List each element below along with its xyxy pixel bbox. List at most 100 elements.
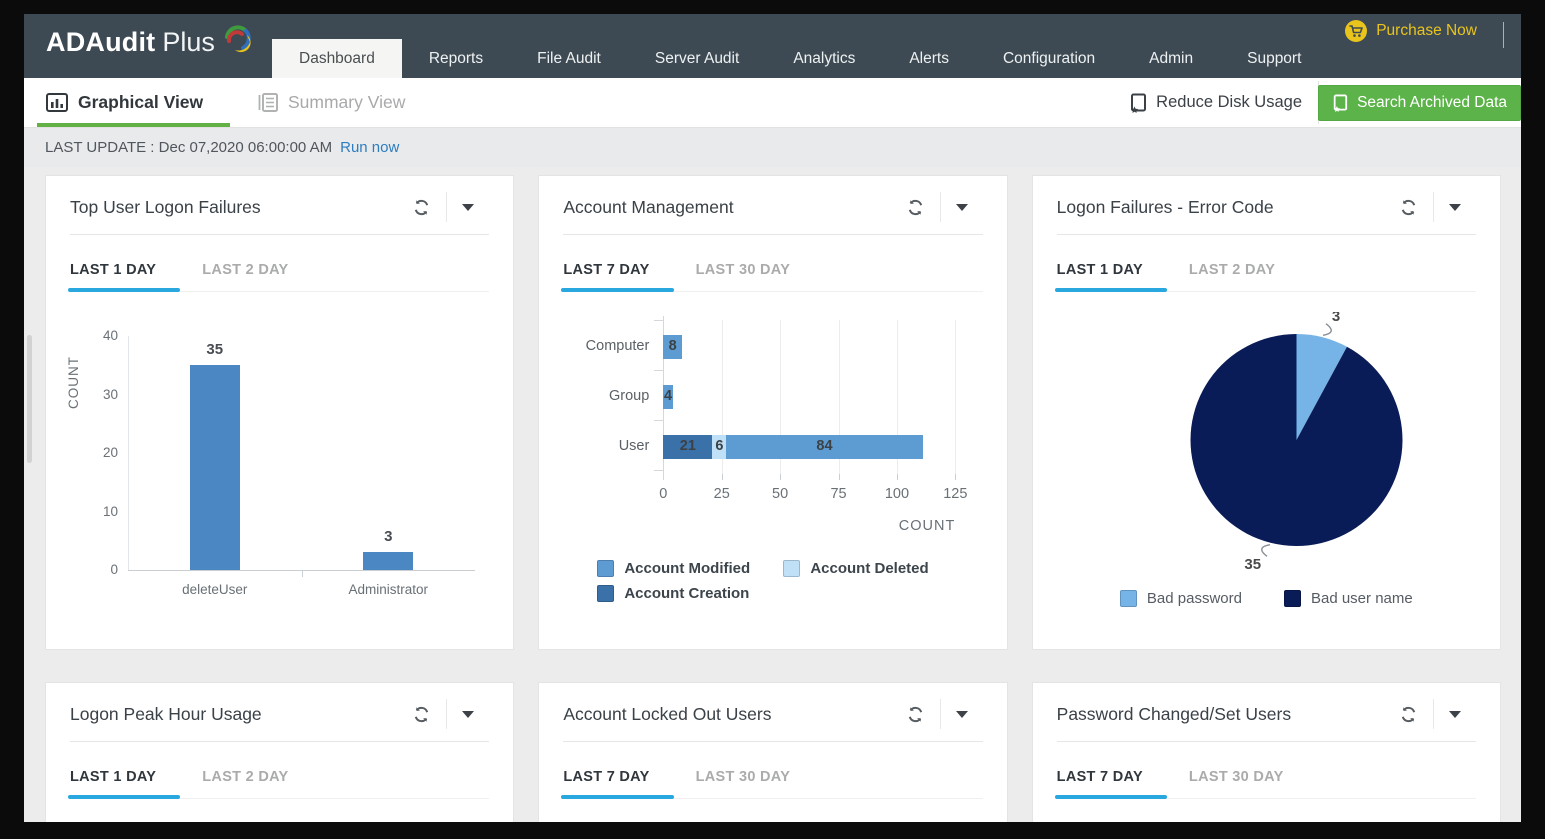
refresh-icon[interactable] — [1384, 705, 1433, 724]
card-divider — [563, 741, 983, 742]
pie-label-leader — [1260, 544, 1270, 557]
reduce-disk-usage-label: Reduce Disk Usage — [1156, 93, 1302, 111]
stacked-bar-chart-account-management: 0 25 50 75 100 125 Computer 8 Group 4 User 21 6 84 COU… — [563, 312, 982, 538]
card-range-tabs: LAST 1 DAY LAST 2 DAY — [67, 769, 490, 799]
card-divider — [563, 234, 983, 235]
legend-swatch — [783, 560, 801, 577]
card-menu-caret-icon[interactable] — [941, 203, 983, 211]
card-title: Password Changed/Set Users — [1056, 703, 1292, 724]
card-top-user-logon-failures: Top User Logon Failures LAST 1 DAY LAST … — [45, 175, 515, 650]
run-now-link[interactable]: Run now — [340, 139, 399, 156]
bar-chart-icon — [46, 93, 68, 112]
bar-value-label: 35 — [206, 341, 224, 359]
y-tick-label: 30 — [102, 386, 118, 402]
x-tick-label: 0 — [659, 486, 668, 502]
card-password-changed-set-users: Password Changed/Set Users LAST 7 DAY LA… — [1031, 682, 1501, 822]
brand-name-bold: ADAudit — [46, 27, 156, 57]
range-tab-last-1-day[interactable]: LAST 1 DAY — [1054, 262, 1168, 292]
legend-item: Account Modified — [597, 560, 783, 577]
last-update-text: LAST UPDATE : Dec 07,2020 06:00:00 AM — [45, 139, 333, 156]
row-tick — [654, 470, 664, 471]
category-tick — [301, 570, 303, 577]
refresh-icon[interactable] — [397, 705, 446, 724]
gridline — [955, 320, 957, 474]
tab-graphical-view[interactable]: Graphical View — [46, 78, 203, 127]
purchase-now-button[interactable]: Purchase Now — [1345, 20, 1477, 42]
refresh-icon[interactable] — [1384, 198, 1433, 217]
range-tab-last-2-day[interactable]: LAST 2 DAY — [1189, 262, 1275, 291]
error-code-legend: Bad password Bad user name — [1057, 590, 1476, 607]
adaudit-plus-logo[interactable]: ADAudit Plus — [46, 24, 255, 58]
card-title: Logon Failures - Error Code — [1056, 196, 1274, 217]
card-menu-caret-icon[interactable] — [1434, 203, 1476, 211]
x-tick — [838, 474, 840, 480]
dashboard-content: Top User Logon Failures LAST 1 DAY LAST … — [24, 167, 1521, 822]
range-tab-last-7-day[interactable]: LAST 7 DAY — [561, 262, 674, 292]
legend-item: Bad password — [1119, 590, 1242, 607]
search-archived-data-label: Search Archived Data — [1357, 94, 1507, 111]
card-menu-caret-icon[interactable] — [1434, 710, 1476, 718]
nav-item-dashboard[interactable]: Dashboard — [272, 39, 402, 78]
legend-swatch — [597, 560, 615, 577]
nav-item-support[interactable]: Support — [1220, 39, 1328, 78]
vertical-scrollbar-thumb[interactable] — [27, 335, 32, 463]
tab-summary-view[interactable]: Summary View — [257, 78, 405, 127]
bar-value-label: 3 — [384, 528, 393, 546]
y-tick-label: 10 — [102, 503, 118, 519]
card-range-tabs: LAST 1 DAY LAST 2 DAY — [67, 262, 490, 292]
nav-item-file-audit[interactable]: File Audit — [510, 39, 628, 78]
segment-value-label: 8 — [668, 338, 677, 354]
nav-item-server-audit[interactable]: Server Audit — [628, 39, 766, 78]
x-tick-label: 125 — [943, 486, 968, 502]
bar-chart-top-user-logon-failures: 0 10 20 30 40 COUNT 35 deleteUser 3 Administrator — [66, 312, 489, 614]
legend-item: Bad user name — [1283, 590, 1413, 607]
navbar-separator — [1503, 22, 1504, 48]
legend-label: Account Creation — [624, 585, 750, 602]
nav-item-reports[interactable]: Reports — [402, 39, 510, 78]
range-tab-last-7-day[interactable]: LAST 7 DAY — [1054, 769, 1168, 799]
card-range-tabs: LAST 7 DAY LAST 30 DAY — [1054, 769, 1476, 799]
x-tick-label: 75 — [830, 486, 847, 502]
y-axis-title: COUNT — [66, 356, 81, 410]
search-archived-data-button[interactable]: Search Archived Data — [1318, 85, 1521, 121]
range-tab-last-30-day[interactable]: LAST 30 DAY — [696, 262, 791, 291]
nav-item-alerts[interactable]: Alerts — [882, 39, 976, 78]
card-divider — [1056, 234, 1476, 235]
legend-item: Account Deleted — [783, 560, 969, 577]
card-account-locked-out-users: Account Locked Out Users LAST 7 DAY LAST… — [538, 682, 1008, 822]
range-tab-last-1-day[interactable]: LAST 1 DAY — [67, 262, 181, 292]
y-category-label: Group — [609, 388, 650, 404]
refresh-icon[interactable] — [397, 198, 446, 217]
pie-slice[interactable] — [1190, 334, 1403, 546]
refresh-icon[interactable] — [891, 198, 940, 217]
reduce-disk-usage-button[interactable]: Reduce Disk Usage — [1129, 78, 1302, 127]
range-tab-last-1-day[interactable]: LAST 1 DAY — [67, 769, 181, 799]
card-title: Account Locked Out Users — [563, 703, 772, 724]
legend-swatch — [1283, 590, 1301, 607]
y-category-label: User — [618, 438, 650, 454]
last-update-bar: LAST UPDATE : Dec 07,2020 06:00:00 AM Ru… — [24, 128, 1521, 167]
range-tab-last-2-day[interactable]: LAST 2 DAY — [202, 262, 288, 291]
nav-item-analytics[interactable]: Analytics — [766, 39, 882, 78]
range-tab-last-30-day[interactable]: LAST 30 DAY — [696, 769, 791, 798]
row-tick — [654, 420, 664, 421]
active-view-underline — [37, 123, 230, 127]
nav-item-admin[interactable]: Admin — [1122, 39, 1220, 78]
range-tab-last-7-day[interactable]: LAST 7 DAY — [561, 769, 674, 799]
x-tick — [896, 474, 898, 480]
y-tick-label: 40 — [102, 328, 118, 343]
range-tab-last-30-day[interactable]: LAST 30 DAY — [1189, 769, 1284, 798]
card-menu-caret-icon[interactable] — [447, 710, 489, 718]
bar — [363, 552, 414, 570]
x-tick-label: 100 — [884, 486, 910, 502]
refresh-icon[interactable] — [891, 705, 940, 724]
legend-label: Account Deleted — [810, 560, 929, 577]
nav-item-configuration[interactable]: Configuration — [976, 39, 1122, 78]
card-range-tabs: LAST 7 DAY LAST 30 DAY — [561, 769, 983, 799]
x-tick-label: 25 — [713, 486, 730, 502]
card-menu-caret-icon[interactable] — [941, 710, 983, 718]
legend-label: Bad password — [1146, 590, 1242, 607]
range-tab-last-2-day[interactable]: LAST 2 DAY — [202, 769, 288, 798]
legend-label: Account Modified — [624, 560, 751, 577]
card-menu-caret-icon[interactable] — [447, 203, 489, 211]
